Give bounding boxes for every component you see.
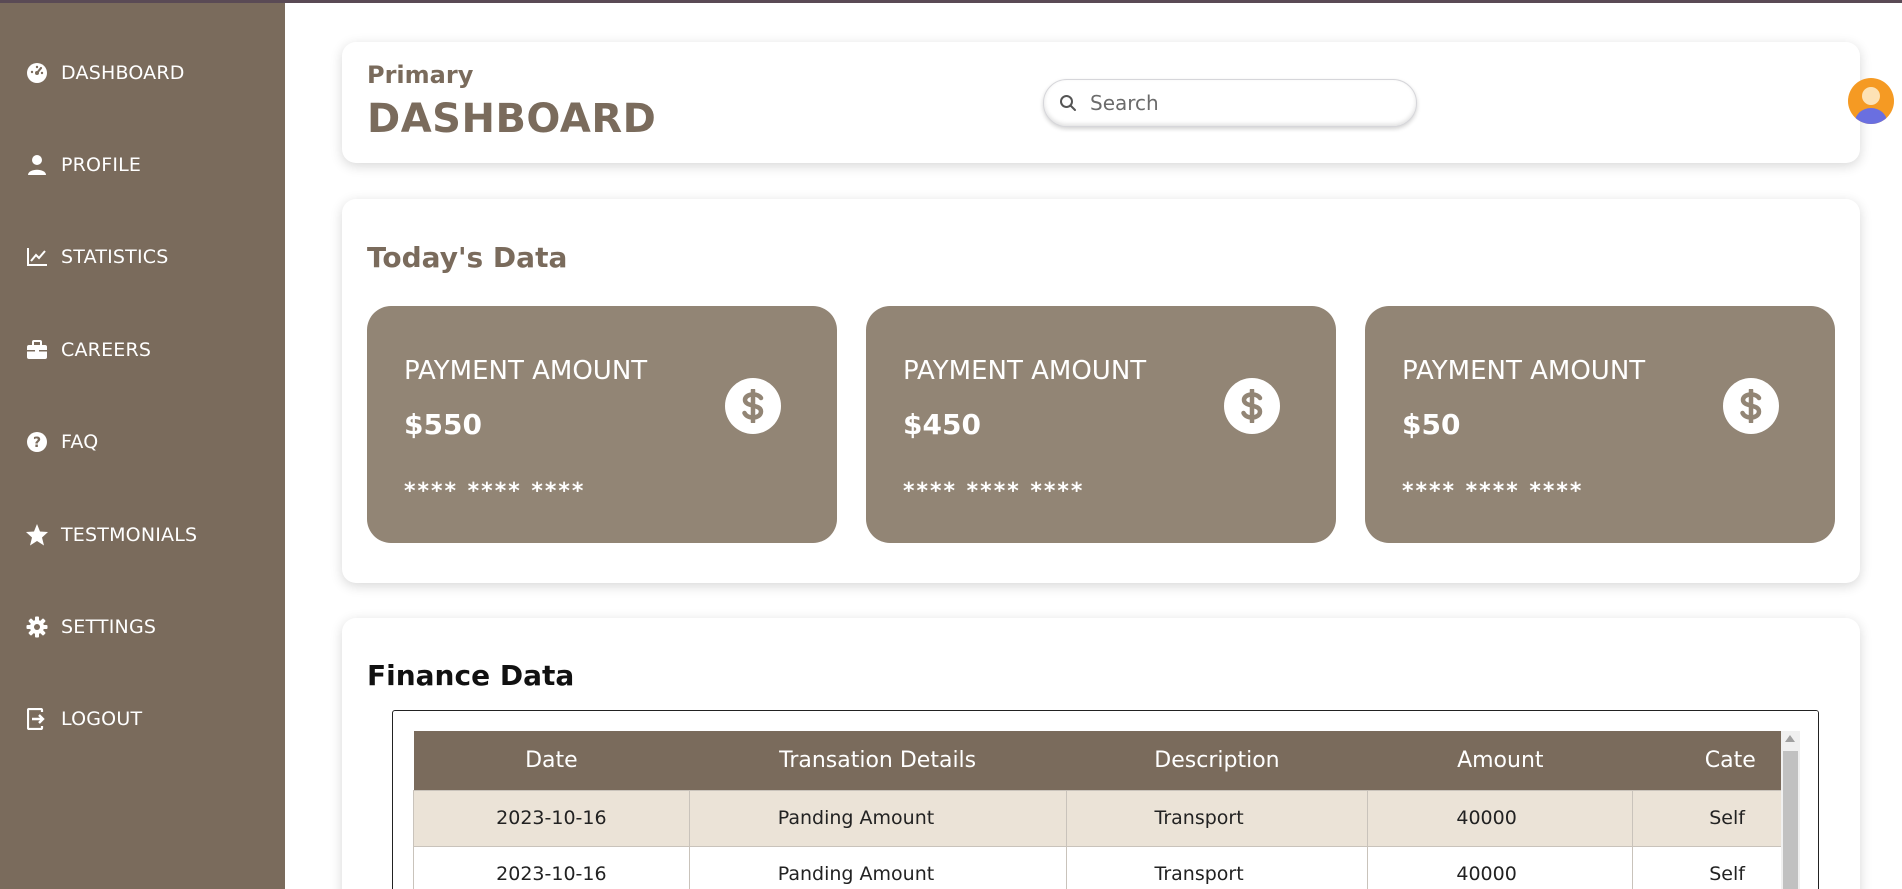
payment-card: PAYMENT AMOUNT $450 **** **** **** [866, 306, 1336, 543]
section-title-todays-data: Today's Data [367, 241, 568, 274]
dollar-icon [1224, 378, 1280, 434]
scrollbar-thumb[interactable] [1783, 751, 1798, 889]
column-header-date[interactable]: Date [413, 731, 690, 790]
sidebar-item-statistics[interactable]: STATISTICS [0, 235, 285, 279]
sidebar-item-careers[interactable]: CAREERS [0, 328, 285, 372]
svg-text:?: ? [33, 435, 41, 451]
sidebar-item-profile[interactable]: PROFILE [0, 143, 285, 187]
payment-value: $450 [903, 408, 981, 441]
card-number-mask: **** **** **** [1402, 479, 1584, 504]
payment-value: $550 [404, 408, 482, 441]
todays-data-card: Today's Data PAYMENT AMOUNT $550 **** **… [342, 199, 1860, 583]
sidebar-item-settings[interactable]: SETTINGS [0, 605, 285, 649]
main-content: Primary DASHBOARD Today's Data PAYMENT A… [285, 3, 1902, 889]
sidebar-item-logout[interactable]: LOGOUT [0, 697, 285, 741]
cell-description: Transport [1065, 789, 1369, 847]
sidebar-item-label: PROFILE [61, 154, 142, 176]
search-icon [1058, 93, 1078, 113]
window-top-border [0, 0, 1902, 3]
table-header-row: Date Transation Details Description Amou… [413, 731, 1818, 790]
payment-label: PAYMENT AMOUNT [1402, 356, 1646, 386]
cell-amount: 40000 [1367, 789, 1634, 847]
sidebar-item-label: STATISTICS [61, 246, 169, 268]
payment-card: PAYMENT AMOUNT $550 **** **** **** [367, 306, 837, 543]
finance-table-container[interactable]: Date Transation Details Description Amou… [392, 710, 1819, 889]
sidebar-item-label: SETTINGS [61, 616, 157, 638]
table-scrollbar[interactable] [1781, 731, 1800, 889]
payment-label: PAYMENT AMOUNT [903, 356, 1147, 386]
sidebar-item-label: TESTMONIALS [61, 524, 198, 546]
user-icon [25, 153, 49, 177]
briefcase-icon [25, 338, 49, 362]
header-subtitle: Primary [367, 61, 474, 89]
sidebar-item-dashboard[interactable]: DASHBOARD [0, 51, 285, 95]
dollar-icon [1723, 378, 1779, 434]
column-header-description[interactable]: Description [1066, 731, 1368, 790]
cell-description: Transport [1065, 845, 1369, 889]
cell-date: 2023-10-16 [413, 845, 690, 889]
search-box [1043, 79, 1417, 127]
card-number-mask: **** **** **** [404, 479, 586, 504]
card-number-mask: **** **** **** [903, 479, 1085, 504]
avatar[interactable] [1848, 78, 1894, 124]
payment-value: $50 [1402, 408, 1461, 441]
sidebar-item-testimonials[interactable]: TESTMONIALS [0, 513, 285, 557]
dollar-icon [725, 378, 781, 434]
page-title: DASHBOARD [367, 96, 657, 142]
sidebar-item-label: DASHBOARD [61, 62, 185, 84]
column-header-transaction-details[interactable]: Transation Details [689, 731, 1067, 790]
sidebar-item-faq[interactable]: ? FAQ [0, 420, 285, 464]
table-right-gutter [1800, 711, 1818, 889]
header-card: Primary DASHBOARD [342, 42, 1894, 163]
payment-card: PAYMENT AMOUNT $50 **** **** **** [1365, 306, 1835, 543]
finance-data-card: Finance Data Date Transation Details Des… [342, 618, 1860, 889]
logout-icon [25, 707, 49, 731]
gear-icon [25, 615, 49, 639]
table-row[interactable]: 2023-10-16 Panding Amount Transport 4000… [413, 845, 1818, 889]
search-input[interactable] [1090, 91, 1390, 115]
sidebar-item-label: LOGOUT [61, 708, 143, 730]
scroll-up-arrow-icon[interactable] [1785, 735, 1795, 742]
sidebar: DASHBOARD PROFILE STATISTICS CAREERS ? F… [0, 3, 285, 889]
section-title-finance-data: Finance Data [367, 659, 575, 692]
question-circle-icon: ? [25, 430, 49, 454]
cell-amount: 40000 [1367, 845, 1634, 889]
payment-label: PAYMENT AMOUNT [404, 356, 648, 386]
dashboard-gauge-icon [25, 61, 49, 85]
sidebar-item-label: FAQ [61, 431, 99, 453]
cell-transaction-details: Panding Amount [688, 845, 1067, 889]
cell-transaction-details: Panding Amount [688, 789, 1067, 847]
line-chart-icon [25, 245, 49, 269]
sidebar-item-label: CAREERS [61, 339, 152, 361]
table-row[interactable]: 2023-10-16 Panding Amount Transport 4000… [413, 789, 1818, 847]
column-header-amount[interactable]: Amount [1367, 731, 1633, 790]
cell-date: 2023-10-16 [413, 789, 690, 847]
star-icon [25, 523, 49, 547]
finance-table: Date Transation Details Description Amou… [413, 731, 1818, 889]
